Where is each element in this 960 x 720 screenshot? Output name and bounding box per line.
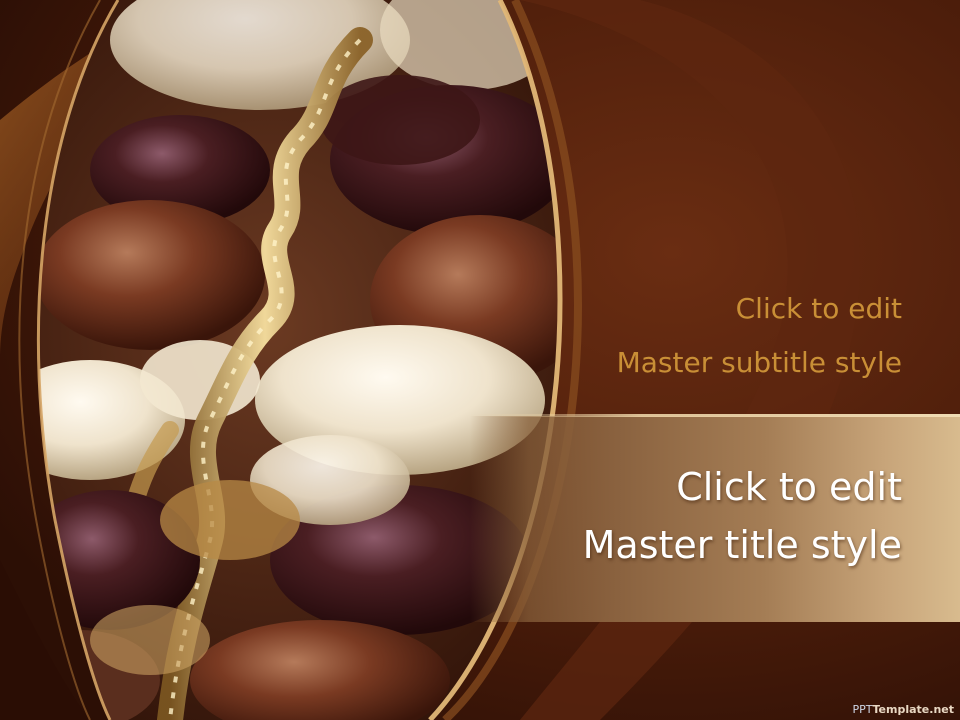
title-line-1: Click to edit — [676, 465, 902, 509]
slide-subtitle[interactable]: Click to edit Master subtitle style — [482, 282, 902, 390]
slide-title[interactable]: Click to edit Master title style — [462, 458, 902, 574]
watermark-prefix: PPT — [852, 703, 873, 716]
subtitle-line-1: Click to edit — [735, 292, 902, 325]
slide: Click to edit Master subtitle style Clic… — [0, 0, 960, 720]
title-line-2: Master title style — [582, 523, 902, 567]
watermark: PPTTemplate.net — [853, 703, 954, 716]
title-banner-highlight — [470, 414, 960, 417]
watermark-rest: Template.net — [872, 703, 954, 716]
subtitle-line-2: Master subtitle style — [616, 346, 902, 379]
